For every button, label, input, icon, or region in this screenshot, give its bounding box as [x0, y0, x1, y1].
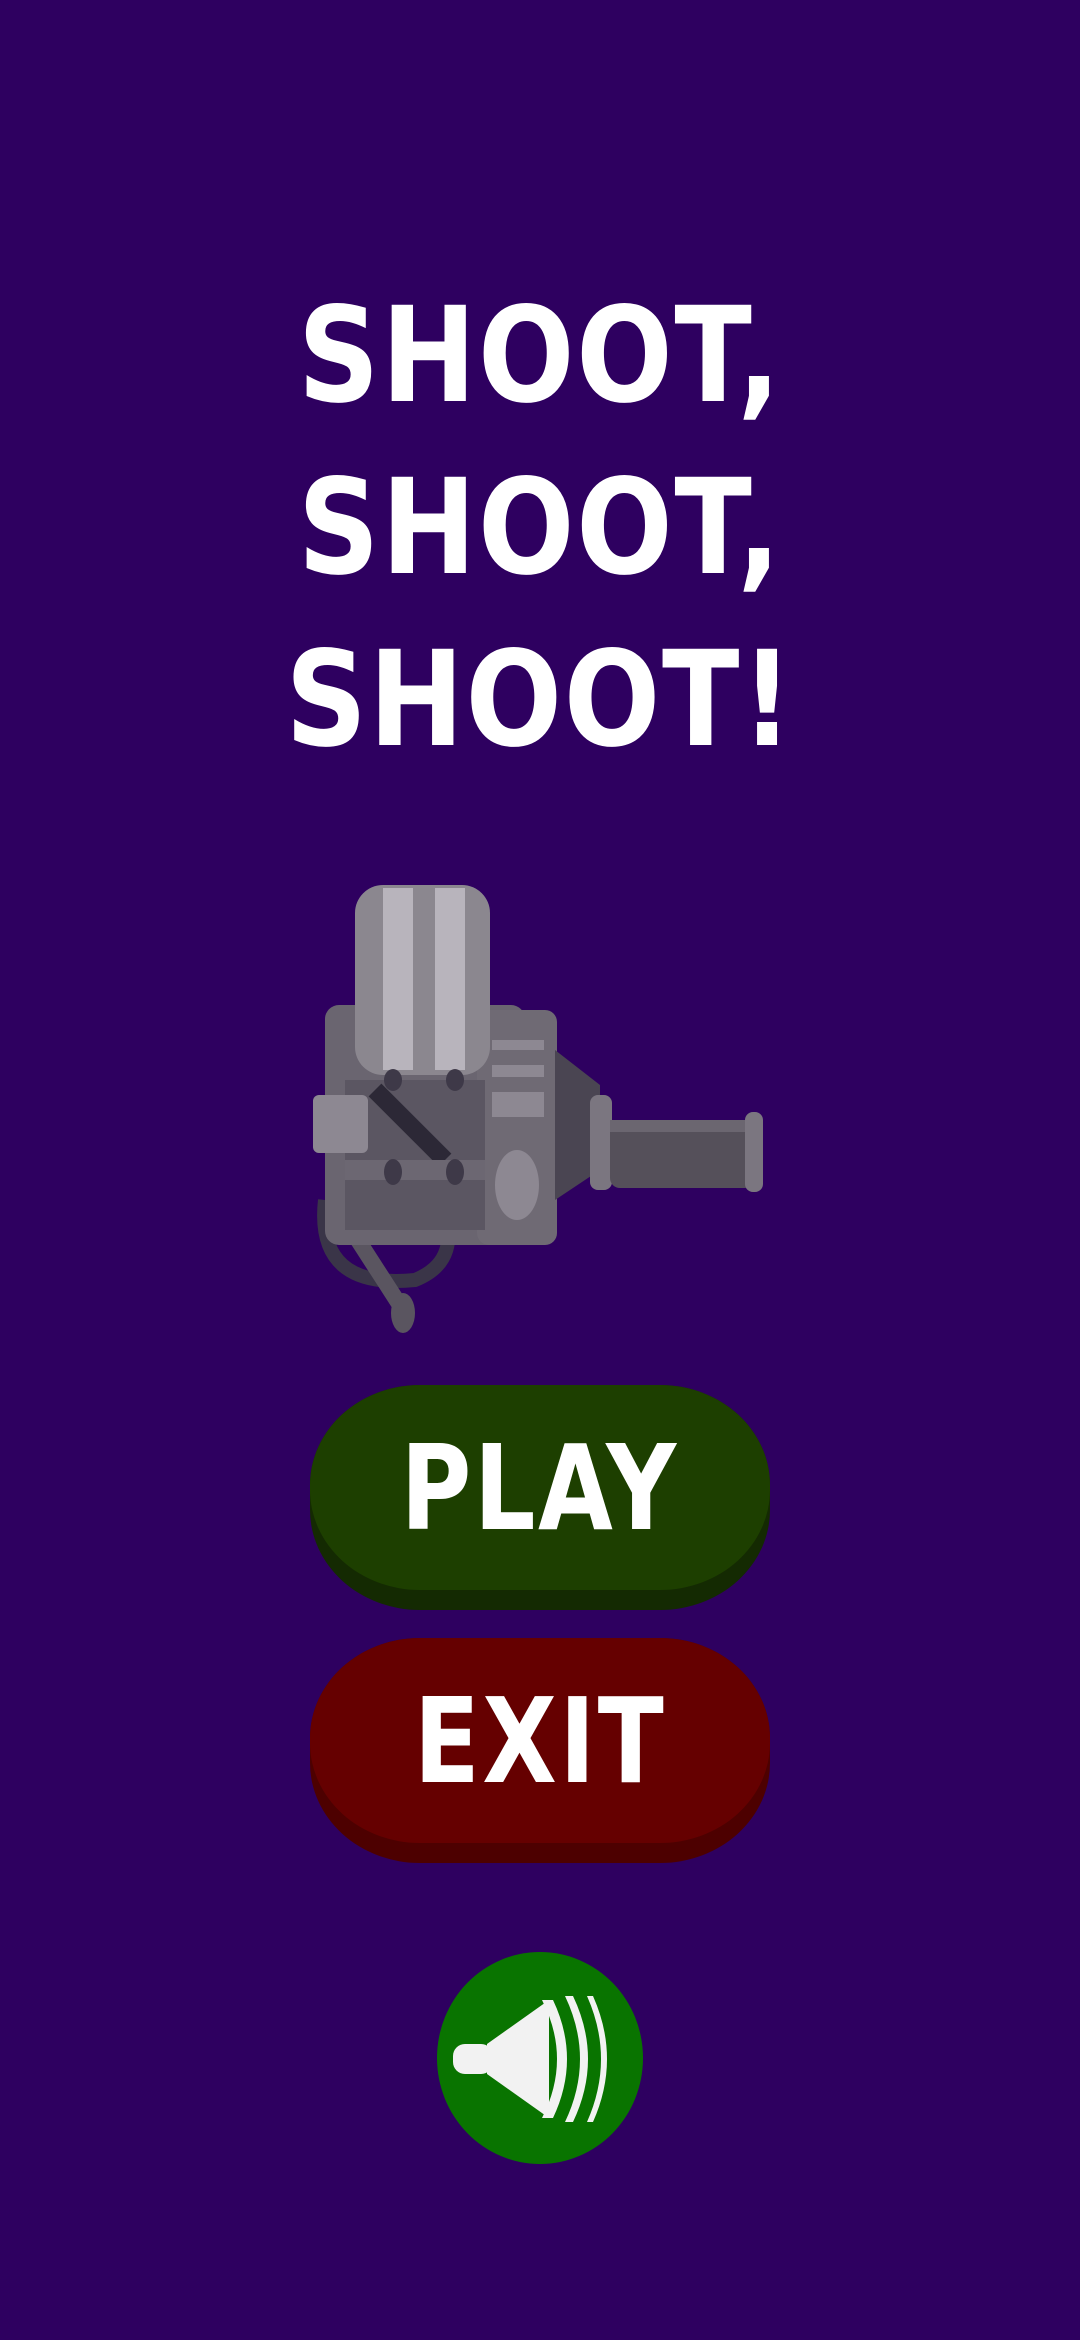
gatling-gun-icon — [305, 880, 775, 1340]
exit-button-face[interactable]: EXIT — [310, 1638, 770, 1843]
title-line-1: SHOOT, — [297, 279, 783, 433]
title-line-3: SHOOT! — [285, 623, 795, 777]
title-line-2: SHOOT, — [297, 451, 783, 605]
sound-toggle-button[interactable] — [437, 1952, 643, 2164]
game-title: SHOOT, SHOOT, SHOOT! — [76, 270, 1005, 786]
exit-button-label: EXIT — [413, 1671, 667, 1810]
main-menu-screen: SHOOT, SHOOT, SHOOT! PLAY EXIT — [0, 0, 1080, 2340]
exit-button[interactable]: EXIT — [310, 1638, 770, 1863]
speaker-on-icon — [453, 1996, 607, 2122]
play-button-face[interactable]: PLAY — [310, 1385, 770, 1590]
play-button[interactable]: PLAY — [310, 1385, 770, 1610]
play-button-label: PLAY — [400, 1418, 680, 1557]
